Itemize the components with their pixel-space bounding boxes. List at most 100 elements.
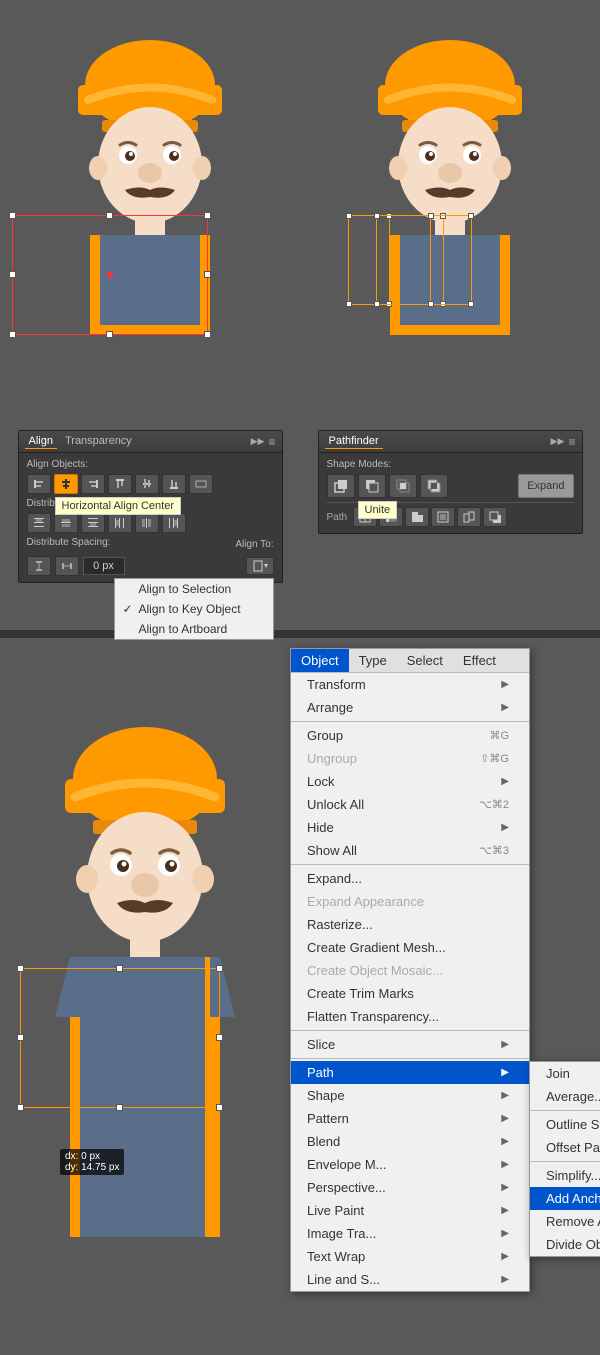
ctx-header-effect[interactable]: Effect	[453, 649, 506, 672]
tab-transparency[interactable]: Transparency	[61, 434, 136, 449]
h10[interactable]	[468, 213, 474, 219]
h9[interactable]	[428, 213, 434, 219]
ctx-perspective[interactable]: Perspective... ▶	[291, 1176, 529, 1199]
ctx-hide[interactable]: Hide ▶	[291, 816, 529, 839]
ctx-lock[interactable]: Lock ▶	[291, 770, 529, 793]
align-right-btn[interactable]	[81, 474, 105, 494]
ctx-shape-arrow: ▶	[501, 1090, 509, 1101]
ctx-live-paint[interactable]: Live Paint ▶	[291, 1199, 529, 1222]
h7[interactable]	[374, 301, 380, 307]
ctx-lock-arrow: ▶	[501, 776, 509, 787]
handle-mr[interactable]	[204, 271, 211, 278]
ctx-blend[interactable]: Blend ▶	[291, 1130, 529, 1153]
bh3[interactable]	[216, 965, 223, 972]
align-center-h-btn[interactable]: Horizontal Align Center	[54, 474, 78, 494]
handle-ml[interactable]	[9, 271, 16, 278]
h3[interactable]	[346, 301, 352, 307]
ctx-transform[interactable]: Transform ▶	[291, 673, 529, 696]
bh7[interactable]	[116, 1104, 123, 1111]
bh1[interactable]	[17, 965, 24, 972]
ctx-expand-appearance[interactable]: Expand Appearance	[291, 890, 529, 913]
pf-outline-btn[interactable]	[457, 507, 481, 527]
dist-spacing-v-btn[interactable]	[27, 556, 51, 576]
ctx-rasterize[interactable]: Rasterize...	[291, 913, 529, 936]
ctx-expand[interactable]: Expand...	[291, 867, 529, 890]
ctx-create-mosaic[interactable]: Create Object Mosaic...	[291, 959, 529, 982]
align-to-selection[interactable]: Align to Selection	[115, 579, 273, 599]
pf-exclude-btn[interactable]	[420, 474, 448, 498]
handle-bm[interactable]	[106, 331, 113, 338]
bh8[interactable]	[216, 1104, 223, 1111]
ctx-unlock-all[interactable]: Unlock All ⌥⌘2	[291, 793, 529, 816]
ctx-group[interactable]: Group ⌘G	[291, 724, 529, 747]
align-bottom-btn[interactable]	[162, 474, 186, 494]
ctx-ungroup[interactable]: Ungroup ⇧⌘G	[291, 747, 529, 770]
ctx-header-type[interactable]: Type	[349, 649, 397, 672]
ctx-line-graph[interactable]: Line and S... ▶	[291, 1268, 529, 1291]
handle-tr[interactable]	[204, 212, 211, 219]
spacing-input[interactable]: 0 px	[83, 557, 125, 575]
bh5[interactable]	[216, 1034, 223, 1041]
panel-menu-btn[interactable]: ≡	[268, 435, 275, 449]
align-top-btn[interactable]	[108, 474, 132, 494]
pathfinder-title[interactable]: Pathfinder	[325, 434, 383, 449]
align-to-key-object[interactable]: Align to Key Object	[115, 599, 273, 619]
h1[interactable]	[346, 213, 352, 219]
dist-c-btn[interactable]	[135, 513, 159, 533]
tab-align[interactable]: Align	[25, 434, 57, 449]
ctx-slice[interactable]: Slice ▶	[291, 1033, 529, 1056]
submenu-outline-stroke[interactable]: Outline Stroke	[530, 1113, 600, 1136]
pf-menu-btn[interactable]: ≡	[568, 435, 575, 449]
ctx-flatten[interactable]: Flatten Transparency...	[291, 1005, 529, 1028]
submenu-join[interactable]: Join ⌘J	[530, 1062, 600, 1085]
submenu-offset-path[interactable]: Offset Path...	[530, 1136, 600, 1159]
ctx-text-wrap[interactable]: Text Wrap ▶	[291, 1245, 529, 1268]
dist-mid-btn[interactable]	[54, 513, 78, 533]
dist-spacing-h-btn[interactable]	[55, 556, 79, 576]
dist-top-btn[interactable]	[27, 513, 51, 533]
dist-bot-btn[interactable]	[81, 513, 105, 533]
h12[interactable]	[468, 301, 474, 307]
panel-collapse-icon[interactable]: ▶▶	[251, 436, 265, 447]
pf-intersect-btn[interactable]	[389, 474, 417, 498]
align-to-artboard[interactable]: Align to Artboard	[115, 619, 273, 639]
bh6[interactable]	[17, 1104, 24, 1111]
handle-bl[interactable]	[9, 331, 16, 338]
ctx-create-gradient[interactable]: Create Gradient Mesh...	[291, 936, 529, 959]
ctx-header-select[interactable]: Select	[397, 649, 453, 672]
pf-collapse-icon[interactable]: ▶▶	[551, 436, 565, 447]
align-left-btn[interactable]	[27, 474, 51, 494]
ctx-create-marks[interactable]: Create Trim Marks	[291, 982, 529, 1005]
ctx-pattern[interactable]: Pattern ▶	[291, 1107, 529, 1130]
submenu-simplify[interactable]: Simplify...	[530, 1164, 600, 1187]
handle-tm[interactable]	[106, 212, 113, 219]
expand-button[interactable]: Expand	[518, 474, 573, 498]
ctx-path[interactable]: Path ▶ Join ⌘J Average... ⌥⌘J Outline St…	[291, 1061, 529, 1084]
submenu-add-anchor[interactable]: Add Anchor Points	[530, 1187, 600, 1210]
handle-tl[interactable]	[9, 212, 16, 219]
ctx-header-object[interactable]: Object	[291, 649, 349, 672]
pf-minus-front-btn[interactable]	[358, 474, 386, 498]
handle-br[interactable]	[204, 331, 211, 338]
ctx-show-all[interactable]: Show All ⌥⌘3	[291, 839, 529, 862]
h5[interactable]	[374, 213, 380, 219]
bh4[interactable]	[17, 1034, 24, 1041]
submenu-average[interactable]: Average... ⌥⌘J	[530, 1085, 600, 1108]
pf-minus-back-btn[interactable]	[483, 507, 507, 527]
ctx-envelope[interactable]: Envelope M... ▶	[291, 1153, 529, 1176]
pf-merge-btn[interactable]	[405, 507, 429, 527]
submenu-divide-below[interactable]: Divide Objects Below	[530, 1233, 600, 1256]
h11[interactable]	[428, 301, 434, 307]
submenu-remove-anchor[interactable]: Remove Anchor Points	[530, 1210, 600, 1233]
pf-crop-btn[interactable]	[431, 507, 455, 527]
bh2[interactable]	[116, 965, 123, 972]
ctx-arrange[interactable]: Arrange ▶	[291, 696, 529, 719]
dist-r-btn[interactable]	[162, 513, 186, 533]
ctx-shape[interactable]: Shape ▶	[291, 1084, 529, 1107]
ctx-image-trace[interactable]: Image Tra... ▶	[291, 1222, 529, 1245]
dist-l-btn[interactable]	[108, 513, 132, 533]
align-to-dropdown-btn[interactable]	[246, 557, 274, 575]
pf-unite-btn[interactable]: Unite	[327, 474, 355, 498]
align-extra-btn[interactable]	[189, 474, 213, 494]
align-middle-v-btn[interactable]	[135, 474, 159, 494]
